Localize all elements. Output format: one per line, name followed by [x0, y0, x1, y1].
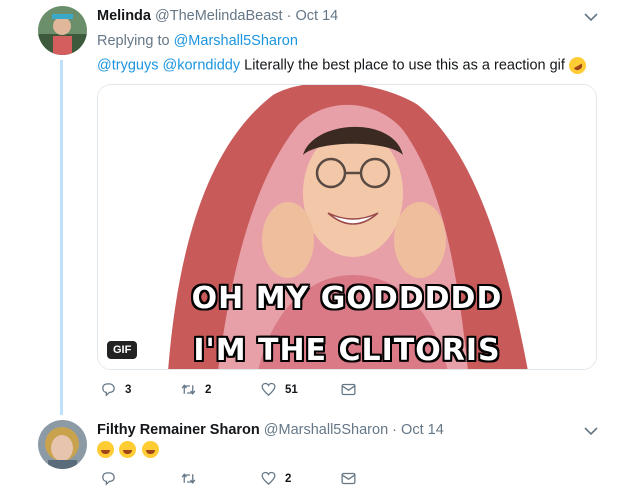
tweet-text: @tryguys @korndiddy Literally the best p…	[97, 53, 590, 78]
chevron-down-icon[interactable]	[584, 426, 598, 436]
envelope-icon	[341, 472, 356, 485]
mention-link[interactable]: @tryguys	[97, 57, 158, 73]
gif-caption-line1: OH MY GODDDDD	[191, 281, 503, 316]
like-count: 2	[285, 472, 292, 485]
replying-to-link[interactable]: @Marshall5Sharon	[174, 33, 298, 49]
tears-of-joy-emoji-icon	[119, 441, 137, 459]
replying-label: Replying to	[97, 33, 170, 49]
chevron-down-icon[interactable]	[584, 12, 598, 22]
gif-badge: GIF	[107, 341, 138, 359]
gif-media[interactable]: OH MY GODDDDD I'M THE CLITORIS GIF	[97, 84, 597, 370]
display-name[interactable]: Melinda	[97, 8, 151, 24]
retweet-icon	[181, 384, 196, 395]
heart-icon	[261, 382, 276, 397]
direct-message-button[interactable]	[340, 381, 420, 398]
reply-count: 3	[125, 383, 132, 396]
avatar[interactable]	[38, 6, 87, 55]
gif-caption-line2: I'M THE CLITORIS	[193, 333, 501, 368]
tweet-actions: 2	[100, 470, 420, 487]
tears-of-joy-emoji-icon	[97, 441, 114, 459]
replying-to: Replying to @Marshall5Sharon	[97, 33, 298, 49]
tweet-body: Literally the best place to use this as …	[244, 57, 565, 74]
retweet-button[interactable]: 2	[180, 381, 260, 398]
reply-button[interactable]: 3	[100, 381, 180, 398]
like-count: 51	[285, 383, 298, 396]
tweet-date[interactable]: Oct 14	[401, 422, 444, 438]
envelope-icon	[341, 383, 356, 396]
reply-icon	[102, 472, 115, 486]
tweet-date[interactable]: Oct 14	[295, 8, 338, 24]
rofl-emoji-icon	[565, 53, 590, 78]
display-name[interactable]: Filthy Remainer Sharon	[97, 422, 260, 438]
tweet-melinda[interactable]: Melinda @TheMelindaBeast · Oct 14 Replyi…	[0, 0, 638, 415]
direct-message-button[interactable]	[340, 470, 420, 487]
tweet-header: Filthy Remainer Sharon @Marshall5Sharon …	[97, 422, 444, 438]
reply-icon	[102, 383, 115, 397]
separator: ·	[392, 422, 398, 438]
tears-of-joy-emoji-icon	[141, 441, 159, 459]
reply-button[interactable]	[100, 470, 180, 487]
like-button[interactable]: 51	[260, 381, 340, 398]
avatar[interactable]	[38, 420, 87, 469]
heart-icon	[261, 471, 276, 486]
retweet-count: 2	[205, 383, 212, 396]
retweet-icon	[181, 473, 196, 484]
tweet-header: Melinda @TheMelindaBeast · Oct 14	[97, 8, 338, 24]
separator: ·	[286, 8, 292, 24]
tweet-text	[97, 441, 160, 459]
retweet-button[interactable]	[180, 470, 260, 487]
user-handle[interactable]: @Marshall5Sharon	[264, 422, 388, 438]
tweet-actions: 3 2 51	[100, 381, 420, 398]
mention-link[interactable]: @korndiddy	[163, 57, 241, 73]
user-handle[interactable]: @TheMelindaBeast	[155, 8, 283, 24]
like-button[interactable]: 2	[260, 470, 340, 487]
thread-line	[60, 60, 63, 415]
